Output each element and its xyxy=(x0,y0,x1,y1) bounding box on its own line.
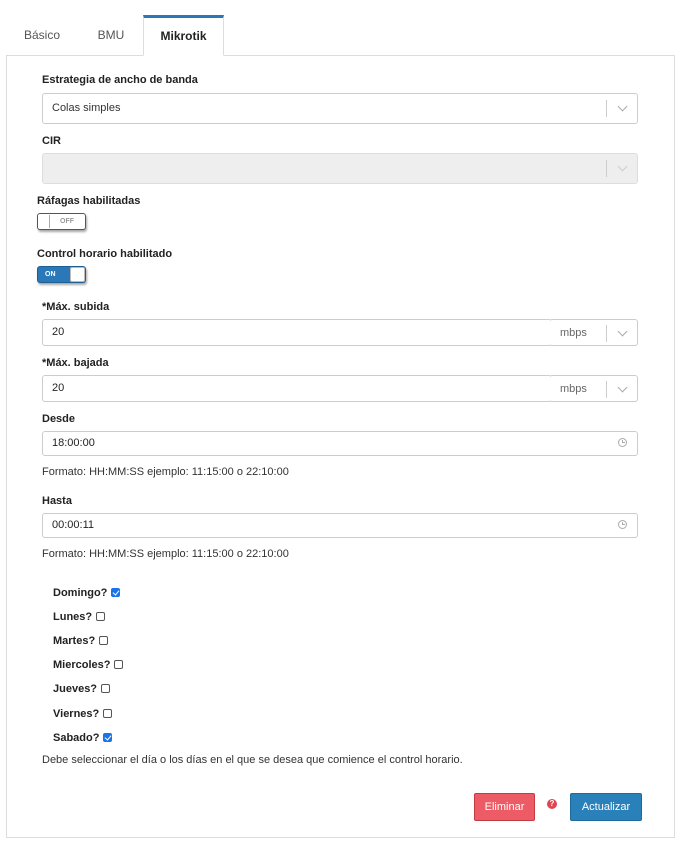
max-down-value: 20 xyxy=(52,382,65,394)
delete-button[interactable]: Eliminar xyxy=(474,793,535,821)
max-down-unit: mbps xyxy=(560,383,587,395)
question-circle-icon[interactable]: ? xyxy=(547,799,557,809)
bursts-label: Ráfagas habilitadas xyxy=(37,195,141,207)
bursts-toggle-state: OFF xyxy=(60,218,74,225)
to-label: Hasta xyxy=(42,495,72,507)
chevron-down-icon xyxy=(617,101,628,112)
to-time-value: 00:00:11 xyxy=(52,519,95,531)
chevron-down-icon xyxy=(617,326,628,337)
max-up-label: *Máx. subida xyxy=(42,301,109,313)
chevron-down-icon xyxy=(617,161,628,172)
tab-bar: Básico BMU Mikrotik xyxy=(6,15,675,56)
day-martes-checkbox[interactable] xyxy=(99,636,109,645)
max-down-label-text: Máx. bajada xyxy=(46,357,109,369)
day-lunes-checkbox[interactable] xyxy=(96,612,106,621)
schedule-label: Control horario habilitado xyxy=(37,248,173,260)
from-help-text: Formato: HH:MM:SS ejemplo: 11:15:00 o 22… xyxy=(42,466,289,478)
day-label: Miercoles? xyxy=(53,659,111,671)
day-martes: Martes? xyxy=(53,635,109,647)
bandwidth-strategy-select[interactable]: Colas simples xyxy=(42,93,638,124)
cir-select xyxy=(42,153,638,184)
from-time-value: 18:00:00 xyxy=(52,437,95,449)
update-button[interactable]: Actualizar xyxy=(570,793,642,821)
cir-label: CIR xyxy=(42,135,61,147)
day-domingo-checkbox[interactable] xyxy=(111,588,121,597)
day-label: Jueves? xyxy=(53,683,98,695)
day-lunes: Lunes? xyxy=(53,611,106,623)
toggle-knob xyxy=(38,215,50,228)
max-up-input[interactable]: 20 xyxy=(42,319,552,346)
select-separator xyxy=(606,325,607,342)
to-time-input[interactable]: 00:00:11 xyxy=(42,513,638,538)
max-down-input[interactable]: 20 xyxy=(42,375,552,402)
day-viernes: Viernes? xyxy=(53,708,113,720)
max-up-value: 20 xyxy=(52,326,65,338)
max-up-label-text: Máx. subida xyxy=(46,301,110,313)
tab-bmu[interactable]: BMU xyxy=(86,15,136,56)
select-separator xyxy=(606,160,607,177)
day-label: Domingo? xyxy=(53,587,108,599)
day-jueves: Jueves? xyxy=(53,683,111,695)
chevron-down-icon xyxy=(617,382,628,393)
day-viernes-checkbox[interactable] xyxy=(103,709,113,718)
toggle-knob xyxy=(70,267,85,282)
schedule-toggle-state: ON xyxy=(45,271,56,278)
clock-icon[interactable] xyxy=(618,520,627,529)
from-label: Desde xyxy=(42,413,76,425)
schedule-toggle[interactable]: ON xyxy=(37,266,86,283)
day-sabado: Sabado? xyxy=(53,732,113,744)
max-down-label: *Máx. bajada xyxy=(42,357,109,369)
max-up-unit-select[interactable]: mbps xyxy=(551,319,638,346)
days-help-text: Debe seleccionar el día o los días en el… xyxy=(42,754,463,766)
to-help-text: Formato: HH:MM:SS ejemplo: 11:15:00 o 22… xyxy=(42,548,289,560)
clock-icon[interactable] xyxy=(618,438,627,447)
max-up-unit: mbps xyxy=(560,327,587,339)
day-miercoles: Miercoles? xyxy=(53,659,124,671)
from-time-input[interactable]: 18:00:00 xyxy=(42,431,638,456)
max-down-unit-select[interactable]: mbps xyxy=(551,375,638,402)
bandwidth-strategy-label: Estrategia de ancho de banda xyxy=(42,74,198,86)
day-jueves-checkbox[interactable] xyxy=(101,684,111,693)
bandwidth-strategy-value: Colas simples xyxy=(52,102,121,114)
day-label: Viernes? xyxy=(53,708,100,720)
bursts-toggle[interactable]: OFF xyxy=(37,213,86,230)
select-separator xyxy=(606,381,607,398)
day-sabado-checkbox[interactable] xyxy=(103,733,113,742)
tab-mikrotik[interactable]: Mikrotik xyxy=(143,15,224,56)
day-label: Lunes? xyxy=(53,611,93,623)
day-domingo: Domingo? xyxy=(53,587,121,599)
day-label: Martes? xyxy=(53,635,96,647)
select-separator xyxy=(606,100,607,117)
day-label: Sabado? xyxy=(53,732,100,744)
tab-basico[interactable]: Básico xyxy=(14,15,70,56)
day-miercoles-checkbox[interactable] xyxy=(114,660,124,669)
